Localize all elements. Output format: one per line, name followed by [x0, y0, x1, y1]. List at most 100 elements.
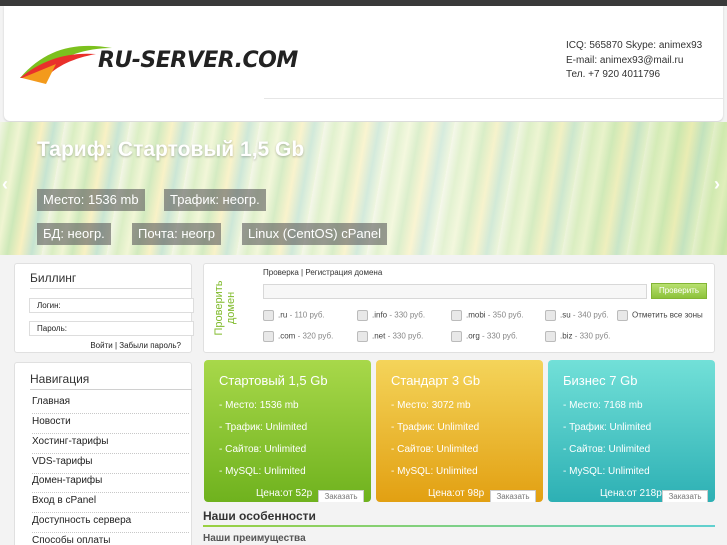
tariff-price: Цена:от 52р	[256, 488, 313, 499]
nav-item-server-status[interactable]: Доступность сервера	[32, 513, 189, 533]
slider-prev-icon[interactable]: ‹	[2, 174, 8, 195]
nav-item-cpanel[interactable]: Вход в cPanel	[32, 493, 189, 513]
checkbox[interactable]	[545, 310, 556, 321]
checkbox[interactable]	[263, 310, 274, 321]
navigation-title: Навигация	[30, 372, 90, 386]
tariff-space: - Место: 1536 mb	[219, 400, 299, 411]
nav-item-news[interactable]: Новости	[32, 414, 189, 434]
contact-info: ICQ: 565870 Skype: animex93 E-mail: anim…	[566, 39, 702, 83]
slide-badge-traffic: Трафик: неогр.	[164, 189, 266, 211]
zone-price: - 330 руб.	[387, 331, 424, 341]
billing-title-divider	[30, 288, 192, 289]
slide-badge-space: Место: 1536 mb	[37, 189, 145, 211]
domain-heading[interactable]: Проверка | Регистрация домена	[263, 268, 382, 277]
nav-item-domains[interactable]: Домен-тарифы	[32, 473, 189, 493]
slide-title: Тариф: Стартовый 1,5 Gb	[37, 138, 305, 161]
zone-su[interactable]: .su - 340 руб.	[545, 310, 609, 321]
checkbox[interactable]	[357, 310, 368, 321]
features-title: Наши особенности	[203, 509, 316, 523]
zone-mark-all[interactable]: Отметить все зоны	[617, 310, 703, 321]
zone-name: .biz	[560, 331, 573, 341]
zone-name: .org	[466, 331, 480, 341]
tariff-traffic: - Трафик: Unlimited	[563, 422, 652, 433]
password-label: Пароль:	[37, 324, 67, 333]
tariff-mysql: - MySQL: Unlimited	[563, 466, 650, 477]
tariff-mysql: - MySQL: Unlimited	[219, 466, 306, 477]
zone-name: .info	[372, 310, 388, 320]
advantages-title: Наши преимущества	[203, 533, 306, 544]
password-input[interactable]	[68, 323, 188, 334]
password-field[interactable]: Пароль:	[29, 321, 194, 336]
tariff-price: Цена:от 218р	[600, 488, 662, 499]
site-header: RU-SERVER.COM ICQ: 565870 Skype: animex9…	[4, 6, 723, 121]
zone-org[interactable]: .org - 330 руб.	[451, 331, 518, 342]
contact-phone: Тел. +7 920 4011796	[566, 69, 660, 80]
zone-ru[interactable]: .ru - 110 руб.	[263, 310, 325, 321]
contact-icq-skype: ICQ: 565870 Skype: animex93	[566, 40, 703, 51]
tariff-title: Стартовый 1,5 Gb	[219, 373, 328, 388]
slider-next-icon[interactable]: ›	[714, 174, 720, 195]
login-field[interactable]: Логин:	[29, 298, 194, 313]
zone-price: - 330 руб.	[574, 331, 611, 341]
zone-biz[interactable]: .biz - 330 руб.	[545, 331, 610, 342]
tariff-card-standard: Стандарт 3 Gb - Место: 3072 mb - Трафик:…	[376, 360, 543, 502]
nav-item-payment[interactable]: Способы оплаты	[32, 533, 189, 545]
tariff-space: - Место: 3072 mb	[391, 400, 471, 411]
nav-item-hosting[interactable]: Хостинг-тарифы	[32, 434, 189, 454]
tariff-sites: - Сайтов: Unlimited	[391, 444, 479, 455]
nav-item-vds[interactable]: VDS-тарифы	[32, 454, 189, 474]
tariff-slider: Тариф: Стартовый 1,5 Gb Место: 1536 mb Т…	[0, 122, 727, 255]
zone-price: - 330 руб.	[389, 310, 426, 320]
zone-price: - 340 руб.	[572, 310, 609, 320]
check-domain-button[interactable]: Проверить	[651, 283, 707, 299]
features-divider	[203, 525, 715, 527]
tariff-sites: - Сайтов: Unlimited	[219, 444, 307, 455]
checkbox[interactable]	[545, 331, 556, 342]
nav-item-home[interactable]: Главная	[32, 394, 189, 414]
vertical-label-line1: Проверить	[213, 280, 225, 336]
zone-price: - 320 руб.	[297, 331, 334, 341]
mark-all-label: Отметить все зоны	[632, 310, 703, 320]
tariff-price: Цена:от 98р	[428, 488, 485, 499]
checkbox[interactable]	[617, 310, 628, 321]
domain-vertical-label: Проверить домен	[210, 270, 240, 346]
checkbox[interactable]	[263, 331, 274, 342]
navigation-title-divider	[30, 389, 192, 390]
slide-badge-db: БД: неогр.	[37, 223, 111, 245]
domain-check-box: Проверить домен Проверка | Регистрация до…	[203, 263, 715, 353]
zone-name: .ru	[278, 310, 288, 320]
tariff-space: - Место: 7168 mb	[563, 400, 643, 411]
zone-name: .net	[372, 331, 386, 341]
zone-info[interactable]: .info - 330 руб.	[357, 310, 425, 321]
tariff-title: Бизнес 7 Gb	[563, 373, 638, 388]
zone-price: - 350 руб.	[487, 310, 524, 320]
checkbox[interactable]	[357, 331, 368, 342]
tariff-card-start: Стартовый 1,5 Gb - Место: 1536 mb - Траф…	[204, 360, 371, 502]
tariff-sites: - Сайтов: Unlimited	[563, 444, 651, 455]
tariff-traffic: - Трафик: Unlimited	[219, 422, 308, 433]
zone-com[interactable]: .com - 320 руб.	[263, 331, 333, 342]
tariff-mysql: - MySQL: Unlimited	[391, 466, 478, 477]
zone-name: .mobi	[466, 310, 486, 320]
login-input[interactable]	[68, 300, 188, 311]
order-button[interactable]: Заказать	[662, 490, 708, 502]
zone-mobi[interactable]: .mobi - 350 руб.	[451, 310, 524, 321]
zone-name: .su	[560, 310, 571, 320]
zone-name: .com	[278, 331, 296, 341]
domain-input[interactable]	[263, 284, 647, 299]
header-divider	[264, 98, 723, 99]
billing-links[interactable]: Войти | Забыли пароль?	[90, 341, 181, 350]
tariff-traffic: - Трафик: Unlimited	[391, 422, 480, 433]
order-button[interactable]: Заказать	[318, 490, 364, 502]
vertical-label-line2: домен	[225, 291, 237, 325]
billing-title: Биллинг	[30, 271, 77, 285]
site-logo[interactable]: RU-SERVER.COM	[16, 38, 306, 88]
zone-net[interactable]: .net - 330 руб.	[357, 331, 423, 342]
checkbox[interactable]	[451, 310, 462, 321]
checkbox[interactable]	[451, 331, 462, 342]
billing-box: Биллинг Логин: Пароль: Войти | Забыли па…	[14, 263, 194, 353]
tariff-title: Стандарт 3 Gb	[391, 373, 481, 388]
order-button[interactable]: Заказать	[490, 490, 536, 502]
zone-price: - 330 руб.	[482, 331, 518, 341]
zone-price: - 110 руб.	[289, 310, 325, 320]
